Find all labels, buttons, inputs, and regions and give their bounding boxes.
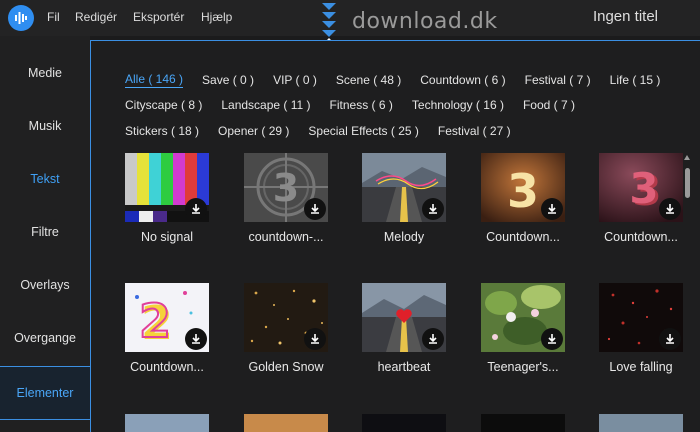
tile-label: Melody [383,230,425,244]
tile-label: Golden Snow [248,360,324,374]
filter-row: Alle ( 146 ) Save ( 0 ) VIP ( 0 ) Scene … [125,67,685,93]
download-icon[interactable] [304,328,326,350]
window-title: Ingen titel [592,8,658,25]
download-icon[interactable] [304,198,326,220]
filter-stickers[interactable]: Stickers ( 18 ) [125,124,199,138]
filter-life[interactable]: Life ( 15 ) [610,73,661,87]
download-icon[interactable] [422,198,444,220]
category-filters: Alle ( 146 ) Save ( 0 ) VIP ( 0 ) Scene … [125,67,685,144]
filter-save[interactable]: Save ( 0 ) [202,73,254,87]
filter-opener[interactable]: Opener ( 29 ) [218,124,289,138]
element-tile-partial[interactable] [125,414,209,432]
thumbnail-golden-snow [244,283,328,352]
sidebar-item-medie[interactable]: Medie [0,48,90,98]
menu-rediger[interactable]: Redigér [75,10,117,24]
thumbnail-countdown-2: 2 2 [125,283,209,352]
download-icon[interactable] [185,328,207,350]
filter-scene[interactable]: Scene ( 48 ) [336,73,401,87]
thumbnail-countdown-leader: 3 [244,153,328,222]
thumbnail-teenagers [481,283,565,352]
element-tile-partial[interactable] [244,414,328,432]
tile-label: heartbeat [377,360,431,374]
thumbnail-love-falling [599,283,683,352]
grid-scrollbar[interactable] [684,155,690,425]
sidebar-item-overgange[interactable]: Overgange [0,313,90,363]
element-tile[interactable]: 3 countdown-... [244,153,328,244]
element-tile[interactable]: Love falling [599,283,683,374]
scroll-up-arrow-icon[interactable] [684,155,690,160]
watermark-text: download.dk [352,9,498,34]
sidebar-item-overlays[interactable]: Overlays [0,260,90,310]
filter-festival[interactable]: Festival ( 7 ) [525,73,591,87]
download-icon[interactable] [185,198,207,220]
tile-label: Teenager's... [487,360,559,374]
filter-fitness[interactable]: Fitness ( 6 ) [330,98,393,112]
element-tile[interactable]: Teenager's... [481,283,565,374]
tile-label: Countdown... [604,230,678,244]
element-tile[interactable]: Melody [362,153,446,244]
svg-text:3: 3 [507,164,539,218]
element-tile-partial[interactable] [599,414,683,432]
filter-row: Stickers ( 18 ) Opener ( 29 ) Special Ef… [125,118,685,144]
sidebar-item-filtre[interactable]: Filtre [0,207,90,257]
tile-label: No signal [140,230,194,244]
filter-technology[interactable]: Technology ( 16 ) [412,98,504,112]
download-icon[interactable] [659,328,681,350]
svg-text:3: 3 [629,164,658,213]
element-tile-partial[interactable] [481,414,565,432]
filter-landscape[interactable]: Landscape ( 11 ) [221,98,310,112]
thumbnail-heartbeat [362,283,446,352]
svg-text:3: 3 [273,166,299,210]
filter-special-effects[interactable]: Special Effects ( 25 ) [308,124,419,138]
sidebar: Medie Musik Tekst Filtre Overlays Overga… [0,36,90,432]
sidebar-item-elementer[interactable]: Elementer [0,366,90,420]
app-logo-icon[interactable] [8,5,34,31]
download-icon[interactable] [541,198,563,220]
title-bar: Fil Redigér Eksportér Hjælp download.dk … [0,0,700,45]
download-icon[interactable] [659,198,681,220]
sidebar-item-tekst[interactable]: Tekst [0,154,90,204]
filter-festival-2[interactable]: Festival ( 27 ) [438,124,511,138]
scroll-thumb[interactable] [685,168,690,198]
menu-hjaelp[interactable]: Hjælp [201,10,232,24]
menu-fil[interactable]: Fil [47,10,60,24]
tile-label: Love falling [609,360,673,374]
filter-vip[interactable]: VIP ( 0 ) [273,73,317,87]
tile-label: countdown-... [248,230,324,244]
element-tile[interactable]: 2 2 Countdown... [125,283,209,374]
element-tile[interactable]: Golden Snow [244,283,328,374]
element-tile[interactable]: No signal [125,153,209,244]
tile-label: Countdown... [486,230,560,244]
element-tile[interactable]: 3 Countdown... [481,153,565,244]
svg-text:2: 2 [139,294,171,348]
thumbnail-red-3d-countdown: 3 3 [599,153,683,222]
element-tile[interactable]: heartbeat [362,283,446,374]
element-tile[interactable]: 3 3 Countdown... [599,153,683,244]
filter-food[interactable]: Food ( 7 ) [523,98,575,112]
thumbnail-gold-countdown: 3 [481,153,565,222]
download-icon[interactable] [422,328,444,350]
filter-countdown[interactable]: Countdown ( 6 ) [420,73,505,87]
filter-row: Cityscape ( 8 ) Landscape ( 11 ) Fitness… [125,93,685,119]
thumbnail-no-signal [125,153,209,222]
tile-label: Countdown... [130,360,204,374]
filter-alle[interactable]: Alle ( 146 ) [125,72,184,88]
sidebar-item-musik[interactable]: Musik [0,101,90,151]
thumbnail-melody [362,153,446,222]
download-icon[interactable] [541,328,563,350]
element-tile-partial[interactable] [362,414,446,432]
filter-cityscape[interactable]: Cityscape ( 8 ) [125,98,202,112]
menu-eksporter[interactable]: Eksportér [133,10,184,24]
